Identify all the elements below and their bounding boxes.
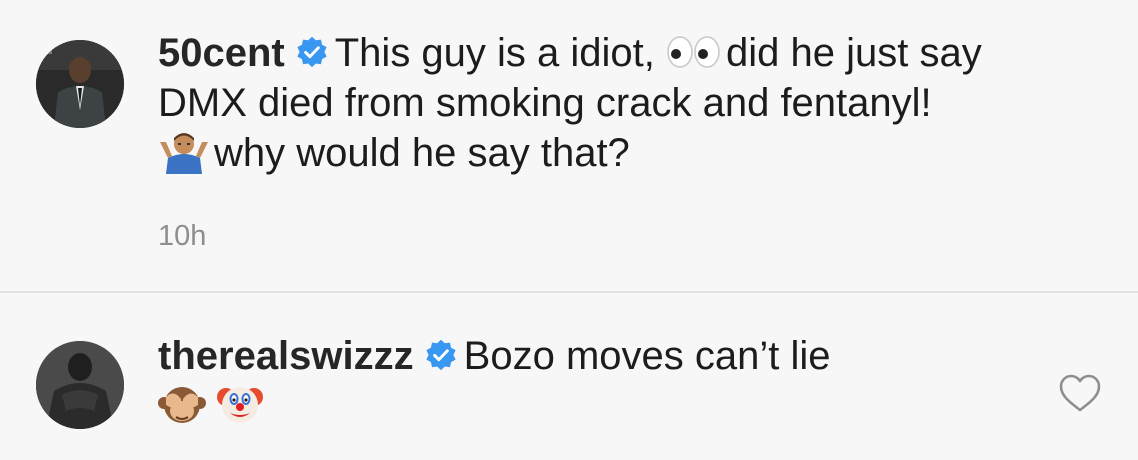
username[interactable]: 50cent — [158, 31, 285, 75]
comment-text-part: why would he say that? — [214, 131, 630, 175]
avatar-photo — [36, 40, 124, 128]
comment-text-part: Bozo moves can’t lie — [463, 334, 831, 378]
avatar[interactable] — [36, 341, 124, 429]
username[interactable]: therealswizzz — [158, 334, 414, 378]
eyes-icon — [667, 36, 720, 69]
verified-badge-icon — [426, 340, 456, 371]
comment-timestamp: 10h — [158, 220, 207, 252]
comment-item: therealswizzz Bozo moves can’t lie — [0, 293, 1138, 460]
comment-body: 50cent This guy is a idiot, did he just … — [158, 28, 1058, 253]
comment-item: 50cent This guy is a idiot, did he just … — [0, 0, 1138, 292]
verified-badge-icon — [297, 37, 327, 68]
emoji-row — [158, 385, 1058, 445]
man-shrugging-icon — [160, 133, 208, 175]
comment-text: 50cent This guy is a idiot, did he just … — [158, 28, 1058, 178]
see-no-evil-monkey-icon — [158, 387, 206, 423]
like-heart-icon[interactable] — [1058, 373, 1102, 413]
comment-body: therealswizzz Bozo moves can’t lie — [158, 331, 1058, 445]
avatar-photo — [36, 341, 124, 429]
comment-text: therealswizzz Bozo moves can’t lie — [158, 331, 1058, 381]
comment-text-part: This guy is a idiot, — [334, 31, 655, 75]
clown-face-icon — [217, 387, 264, 423]
avatar[interactable] — [36, 40, 124, 128]
